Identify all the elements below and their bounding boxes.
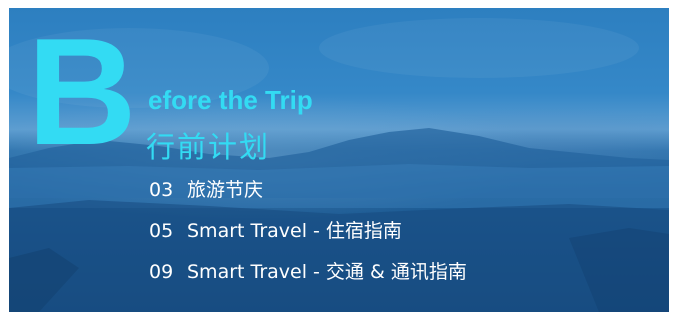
table-of-contents: 03 旅游节庆 05 Smart Travel - 住宿指南 09 Smart …: [149, 179, 467, 302]
toc-item-label: Smart Travel - 住宿指南: [187, 220, 402, 242]
section-initial-letter: B: [27, 8, 137, 177]
toc-item-label: Smart Travel - 交通 & 通讯指南: [187, 261, 467, 283]
toc-item-label: 旅游节庆: [187, 179, 264, 201]
hero-banner: B efore the Trip 行前计划 03 旅游节庆 05 Smart T…: [9, 8, 669, 312]
toc-page-number: 05: [149, 220, 174, 242]
toc-page-number: 03: [149, 179, 174, 201]
toc-item-accommodation[interactable]: 05 Smart Travel - 住宿指南: [149, 220, 467, 261]
section-title-chinese: 行前计划: [146, 130, 271, 164]
page: B efore the Trip 行前计划 03 旅游节庆 05 Smart T…: [0, 0, 675, 320]
toc-item-transport-communication[interactable]: 09 Smart Travel - 交通 & 通讯指南: [149, 261, 467, 302]
toc-item-festivals[interactable]: 03 旅游节庆: [149, 179, 467, 220]
toc-page-number: 09: [149, 261, 174, 283]
section-title-english: efore the Trip: [148, 85, 313, 115]
